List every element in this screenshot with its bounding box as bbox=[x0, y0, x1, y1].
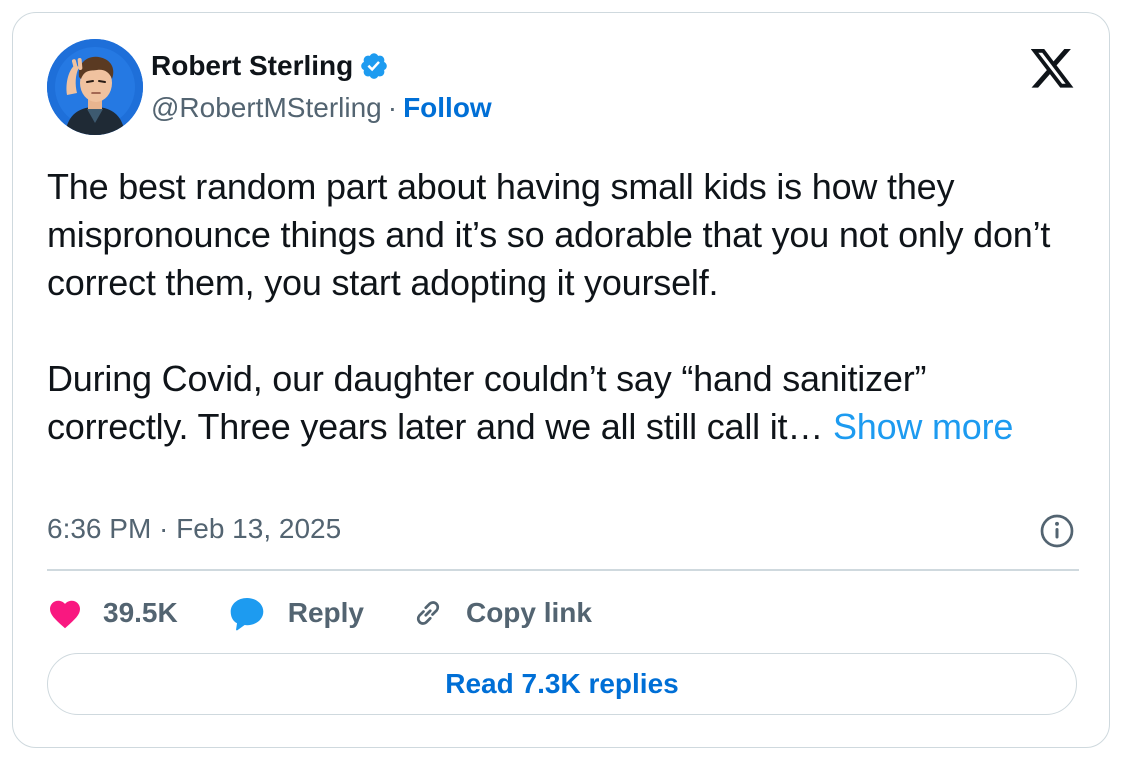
show-more-link[interactable]: Show more bbox=[833, 406, 1013, 447]
tweet-paragraph-2-line-2: correctly. Three years later and we all … bbox=[47, 406, 824, 447]
separator-dot: · bbox=[387, 92, 398, 123]
tweet-text: The best random part about having small … bbox=[47, 163, 1087, 451]
tweet-timestamp[interactable]: 6:36 PM · Feb 13, 2025 bbox=[47, 513, 341, 545]
reply-bubble-icon bbox=[230, 597, 264, 631]
like-button[interactable]: 39.5K bbox=[47, 596, 178, 630]
reply-label: Reply bbox=[287, 597, 364, 628]
tweet-paragraph-2: During Covid, our daughter couldn’t say … bbox=[47, 355, 1087, 451]
avatar[interactable] bbox=[47, 39, 143, 135]
tweet-paragraph-2-line-1: During Covid, our daughter couldn’t say … bbox=[47, 358, 927, 399]
copy-link-label: Copy link bbox=[465, 597, 592, 628]
verified-badge-icon bbox=[359, 51, 389, 81]
cartoon-avatar-icon bbox=[47, 39, 143, 135]
info-icon[interactable] bbox=[1039, 513, 1075, 549]
follow-button[interactable]: Follow bbox=[403, 92, 492, 124]
divider bbox=[47, 569, 1079, 571]
heart-icon bbox=[50, 600, 80, 629]
author-handle[interactable]: @RobertMSterling bbox=[151, 92, 382, 124]
like-count: 39.5K bbox=[103, 597, 178, 628]
author-name-row: Robert Sterling bbox=[151, 49, 389, 83]
link-icon bbox=[416, 601, 440, 625]
tweet-card: Robert Sterling @RobertMSterling · Follo… bbox=[12, 12, 1110, 748]
x-logo-icon[interactable] bbox=[1030, 49, 1075, 89]
author-name[interactable]: Robert Sterling bbox=[151, 50, 353, 82]
copy-link-button[interactable]: Copy link bbox=[410, 595, 592, 631]
tweet-paragraph-1: The best random part about having small … bbox=[47, 166, 1051, 303]
author-handle-row: @RobertMSterling · Follow bbox=[151, 91, 492, 125]
read-replies-button[interactable]: Read 7.3K replies bbox=[47, 653, 1077, 715]
read-replies-label: Read 7.3K replies bbox=[445, 668, 679, 699]
action-bar: 39.5K Reply Copy link bbox=[47, 591, 592, 635]
reply-button[interactable]: Reply bbox=[228, 594, 364, 632]
